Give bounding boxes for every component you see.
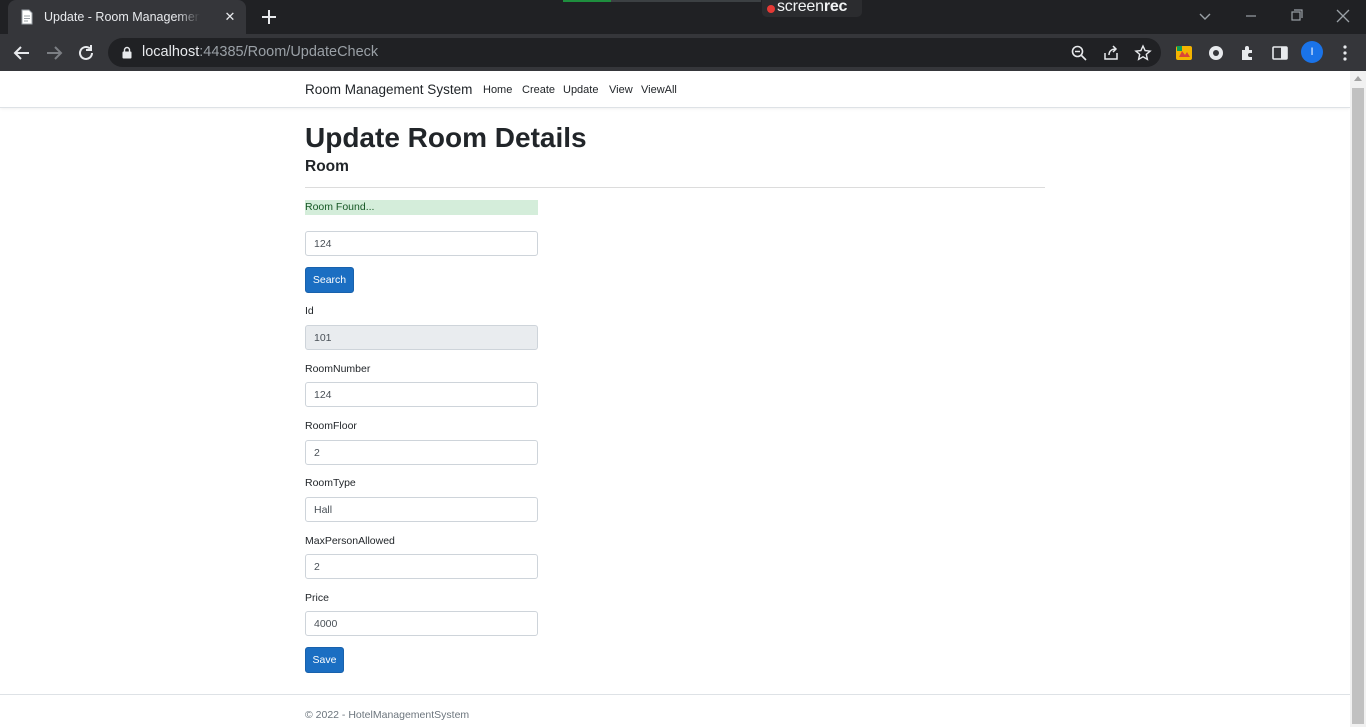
room-floor-label: RoomFloor bbox=[305, 420, 357, 432]
menu-kebab-icon[interactable] bbox=[1335, 43, 1355, 63]
id-field[interactable] bbox=[305, 325, 538, 350]
page-footer: © 2022 - HotelManagementSystem bbox=[0, 694, 1350, 727]
browser-tab[interactable]: Update - Room Management System ✕ bbox=[8, 0, 246, 34]
site-navbar: Room Management System Home Create Updat… bbox=[0, 71, 1350, 108]
room-number-field[interactable] bbox=[305, 382, 538, 407]
save-button[interactable]: Save bbox=[305, 647, 344, 673]
status-message: Room Found... bbox=[305, 200, 538, 215]
room-type-field[interactable] bbox=[305, 497, 538, 522]
extension-colorful-icon[interactable] bbox=[1174, 43, 1194, 63]
reload-icon[interactable] bbox=[75, 42, 97, 64]
page-subtitle: Room bbox=[305, 158, 349, 175]
screenrec-badge: screenrec bbox=[762, 0, 862, 17]
page-scrollbar[interactable] bbox=[1350, 71, 1366, 727]
divider bbox=[305, 187, 1045, 188]
id-label: Id bbox=[305, 305, 314, 317]
browser-tab-strip: Update - Room Management System ✕ screen… bbox=[0, 0, 1366, 34]
recording-indicator bbox=[563, 0, 611, 2]
screenrec-label: screen bbox=[777, 0, 824, 15]
room-number-label: RoomNumber bbox=[305, 363, 371, 375]
search-button[interactable]: Search bbox=[305, 267, 354, 293]
page-icon bbox=[21, 9, 33, 25]
address-bar[interactable]: localhost:44385/Room/UpdateCheck bbox=[108, 38, 1161, 67]
max-person-field[interactable] bbox=[305, 554, 538, 579]
restore-icon[interactable] bbox=[1286, 6, 1308, 26]
room-floor-field[interactable] bbox=[305, 440, 538, 465]
nav-link-update[interactable]: Update bbox=[563, 83, 598, 97]
extensions-puzzle-icon[interactable] bbox=[1238, 43, 1258, 63]
share-icon[interactable] bbox=[1102, 44, 1120, 62]
scroll-up-arrow-icon[interactable] bbox=[1354, 76, 1362, 81]
footer-copyright: © 2022 - HotelManagementSystem bbox=[305, 709, 470, 721]
extension-circle-icon[interactable] bbox=[1206, 43, 1226, 63]
price-label: Price bbox=[305, 592, 329, 604]
close-tab-icon[interactable]: ✕ bbox=[222, 9, 238, 25]
nav-link-create[interactable]: Create bbox=[522, 83, 555, 97]
url-path: :44385/Room/UpdateCheck bbox=[199, 44, 379, 60]
room-type-label: RoomType bbox=[305, 477, 356, 489]
profile-avatar[interactable]: I bbox=[1301, 41, 1323, 63]
browser-toolbar: localhost:44385/Room/UpdateCheck bbox=[0, 34, 1366, 71]
back-arrow-icon[interactable] bbox=[11, 42, 33, 64]
screenrec-label-bold: rec bbox=[823, 0, 848, 15]
minimize-icon[interactable] bbox=[1240, 6, 1262, 26]
record-dot-icon bbox=[767, 5, 775, 13]
bookmark-star-icon[interactable] bbox=[1134, 44, 1152, 62]
nav-link-home[interactable]: Home bbox=[483, 83, 512, 97]
scroll-thumb[interactable] bbox=[1352, 88, 1364, 724]
url-text[interactable]: localhost:44385/Room/UpdateCheck bbox=[142, 44, 378, 61]
url-host: localhost bbox=[142, 44, 200, 60]
recording-strip bbox=[611, 0, 761, 2]
price-field[interactable] bbox=[305, 611, 538, 636]
page-title: Update Room Details bbox=[305, 122, 587, 153]
lock-icon[interactable] bbox=[121, 46, 133, 59]
forward-arrow-icon[interactable] bbox=[43, 42, 65, 64]
zoom-icon[interactable] bbox=[1070, 44, 1088, 62]
navbar-brand[interactable]: Room Management System bbox=[305, 82, 472, 98]
close-window-icon[interactable] bbox=[1332, 6, 1354, 26]
nav-link-viewall[interactable]: ViewAll bbox=[641, 83, 677, 97]
nav-link-view[interactable]: View bbox=[609, 83, 633, 97]
new-tab-icon[interactable] bbox=[259, 7, 279, 27]
side-panel-icon[interactable] bbox=[1270, 43, 1290, 63]
search-input[interactable] bbox=[305, 231, 538, 256]
tab-search-chevron-icon[interactable] bbox=[1194, 6, 1216, 26]
page-viewport: Room Management System Home Create Updat… bbox=[0, 71, 1366, 727]
tab-title: Update - Room Management System bbox=[44, 10, 200, 24]
max-person-label: MaxPersonAllowed bbox=[305, 535, 395, 547]
